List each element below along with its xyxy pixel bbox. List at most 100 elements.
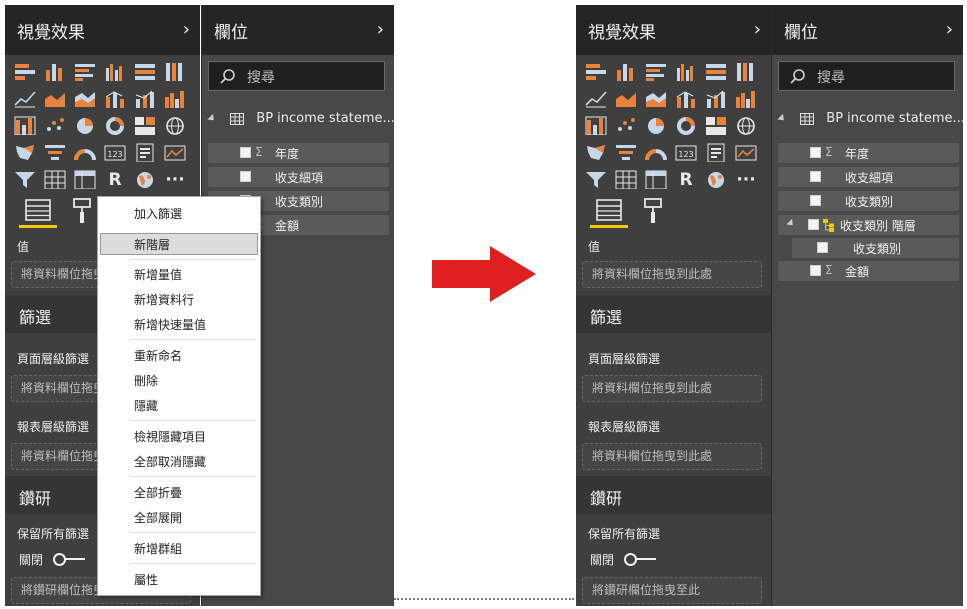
checkbox[interactable] [817, 242, 828, 253]
menu-item-new-quick-measure[interactable]: 新增快速量值 [98, 313, 260, 335]
page-filter-drop-zone[interactable]: 將資料欄位拖曳到此處 [582, 375, 762, 402]
fields-header[interactable]: 欄位 › [202, 5, 394, 55]
visual-type-icon[interactable] [134, 170, 156, 189]
visual-type-icon[interactable] [645, 170, 667, 189]
checkbox[interactable] [810, 147, 821, 158]
menu-item-view-hidden[interactable]: 檢視隱藏項目 [98, 425, 260, 447]
field-row-category[interactable]: 收支類別 [778, 191, 959, 211]
visual-type-icon[interactable] [74, 62, 96, 81]
visual-type-icon[interactable] [675, 89, 697, 108]
field-row-detail[interactable]: 收支細項 [208, 167, 389, 187]
search-input[interactable]: 搜尋 [208, 61, 385, 91]
keep-filters-toggle[interactable] [624, 552, 660, 566]
visual-type-icon[interactable] [44, 89, 66, 108]
report-filter-drop-zone[interactable]: 將資料欄位拖曳到此處 [582, 443, 762, 470]
menu-item-unhide-all[interactable]: 全部取消隱藏 [98, 450, 260, 472]
checkbox[interactable] [240, 171, 251, 182]
chevron-right-icon[interactable]: › [183, 19, 190, 40]
visual-type-icon[interactable] [104, 89, 126, 108]
visual-type-icon[interactable] [705, 116, 727, 135]
menu-item-properties[interactable]: 屬性 [98, 568, 260, 590]
checkbox[interactable] [810, 195, 821, 206]
checkbox[interactable] [810, 171, 821, 182]
r-visual-icon[interactable]: R [675, 170, 697, 190]
r-visual-icon[interactable]: R [104, 170, 126, 190]
visual-type-icon[interactable] [14, 116, 36, 135]
visual-type-icon[interactable] [735, 89, 757, 108]
visual-type-icon[interactable] [164, 62, 186, 81]
field-row-amount[interactable]: Σ 金額 [778, 261, 959, 281]
more-icon[interactable]: ··· [164, 170, 186, 190]
visual-type-icon[interactable] [735, 143, 757, 162]
visual-type-icon[interactable] [645, 143, 667, 162]
visual-type-icon[interactable] [705, 170, 727, 189]
visual-type-icon[interactable] [104, 62, 126, 81]
visual-type-icon[interactable] [104, 116, 126, 135]
checkbox[interactable] [808, 219, 819, 230]
menu-item-expand-all[interactable]: 全部展開 [98, 506, 260, 528]
visual-type-icon[interactable] [645, 62, 667, 81]
visual-type-icon[interactable]: 123 [104, 143, 126, 162]
menu-item-new-column[interactable]: 新增資料行 [98, 288, 260, 310]
menu-item-new-measure[interactable]: 新增量值 [98, 263, 260, 285]
menu-item-hide[interactable]: 隱藏 [98, 394, 260, 416]
search-input[interactable]: 搜尋 [778, 61, 955, 91]
menu-item-new-group[interactable]: 新增群組 [98, 537, 260, 559]
visual-type-icon[interactable] [164, 116, 186, 135]
visual-type-icon[interactable] [14, 143, 36, 162]
visual-type-icon[interactable] [615, 143, 637, 162]
menu-item-delete[interactable]: 刪除 [98, 369, 260, 391]
visual-type-icon[interactable] [44, 143, 66, 162]
visual-type-icon[interactable] [615, 62, 637, 81]
field-row-year[interactable]: Σ 年度 [778, 143, 959, 163]
chevron-right-icon[interactable]: › [754, 19, 761, 40]
visual-type-icon[interactable]: 123 [675, 143, 697, 162]
visual-type-icon[interactable] [585, 143, 607, 162]
visual-type-icon[interactable] [735, 62, 757, 81]
visual-type-icon[interactable] [164, 143, 186, 162]
checkbox[interactable] [240, 147, 251, 158]
visual-type-icon[interactable] [164, 89, 186, 108]
visual-type-icon[interactable] [134, 89, 156, 108]
more-icon[interactable]: ··· [735, 170, 757, 190]
visual-type-icon[interactable] [134, 143, 156, 162]
visual-type-icon[interactable] [705, 89, 727, 108]
fields-tab-icon[interactable] [25, 199, 51, 221]
visual-type-icon[interactable] [74, 116, 96, 135]
checkbox[interactable] [810, 265, 821, 276]
visualizations-header[interactable]: 視覺效果 › [576, 5, 771, 55]
visual-type-icon[interactable] [74, 89, 96, 108]
visual-type-icon[interactable] [615, 89, 637, 108]
collapse-triangle-icon[interactable] [207, 113, 217, 124]
visual-type-icon[interactable] [585, 89, 607, 108]
visual-type-icon[interactable] [615, 170, 637, 189]
visual-type-icon[interactable] [134, 62, 156, 81]
menu-item-new-hierarchy[interactable]: 新階層 [100, 233, 258, 255]
visual-type-icon[interactable] [14, 89, 36, 108]
table-node[interactable]: BP income stateme... [207, 111, 394, 126]
visual-type-icon[interactable] [44, 116, 66, 135]
menu-item-collapse-all[interactable]: 全部折疊 [98, 481, 260, 503]
visual-type-icon[interactable] [134, 116, 156, 135]
table-node[interactable]: BP income stateme... [777, 111, 963, 126]
chevron-right-icon[interactable]: › [946, 19, 953, 40]
keep-filters-toggle[interactable] [53, 552, 89, 566]
visual-type-icon[interactable] [585, 116, 607, 135]
visual-type-icon[interactable] [615, 116, 637, 135]
collapse-triangle-icon[interactable] [786, 218, 796, 229]
visual-type-icon[interactable] [585, 62, 607, 81]
visualizations-header[interactable]: 視覺效果 › [5, 5, 200, 55]
visual-type-icon[interactable] [44, 62, 66, 81]
menu-item-add-filter[interactable]: 加入篩選 [98, 202, 260, 224]
visual-type-icon[interactable] [74, 170, 96, 189]
drill-drop-zone[interactable]: 將鑽研欄位拖曳至此 [582, 577, 762, 604]
visual-type-icon[interactable] [645, 89, 667, 108]
paint-roller-icon[interactable] [71, 197, 93, 225]
field-row-hierarchy[interactable]: 收支類別 階層 [778, 215, 959, 235]
collapse-triangle-icon[interactable] [777, 113, 787, 124]
visual-type-icon[interactable] [705, 143, 727, 162]
value-drop-zone[interactable]: 將資料欄位拖曳到此處 [582, 261, 762, 288]
visual-type-icon[interactable] [14, 170, 36, 189]
paint-roller-icon[interactable] [642, 197, 664, 225]
visual-type-icon[interactable] [44, 170, 66, 189]
